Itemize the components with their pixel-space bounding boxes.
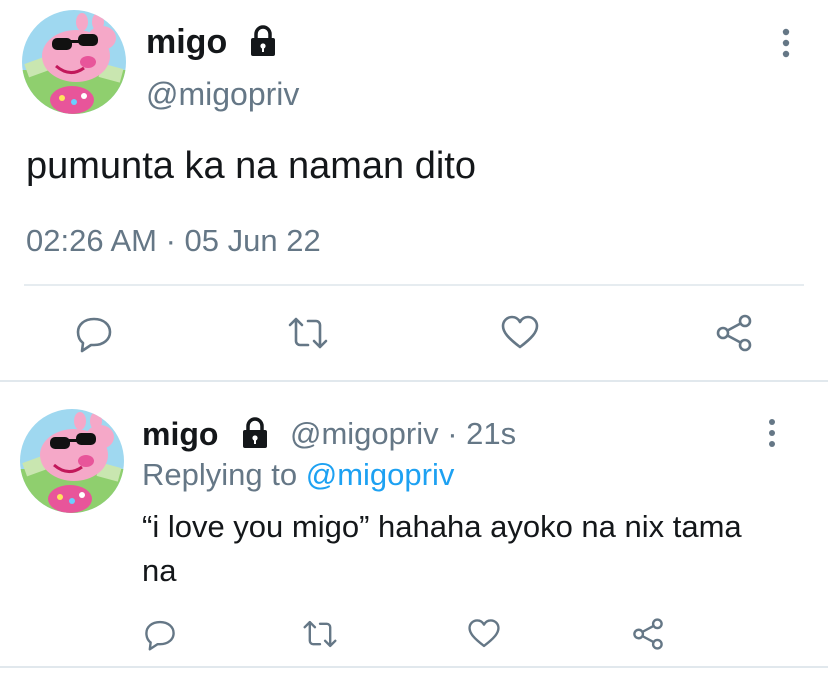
display-name[interactable]: migo xyxy=(142,414,218,454)
replying-to-label: Replying to xyxy=(142,457,298,492)
more-vertical-icon[interactable] xyxy=(758,416,786,450)
divider xyxy=(0,380,828,382)
lock-icon xyxy=(246,24,280,58)
replying-to: Replying to @migopriv xyxy=(142,455,454,495)
avatar[interactable] xyxy=(20,409,124,513)
avatar-image xyxy=(20,409,124,513)
handle-and-time[interactable]: @migopriv · 21s xyxy=(290,414,516,454)
avatar-image xyxy=(22,10,126,114)
lock-icon xyxy=(238,416,272,450)
retweet-icon[interactable] xyxy=(286,311,330,355)
divider xyxy=(24,284,804,286)
timestamp[interactable]: 02:26 AM · 05 Jun 22 xyxy=(26,222,321,260)
tweet-text: pumunta ka na naman dito xyxy=(26,145,476,187)
reply-icon[interactable] xyxy=(72,311,116,355)
retweet-icon[interactable] xyxy=(298,612,342,656)
display-name[interactable]: migo xyxy=(146,22,227,62)
replying-to-handle-link[interactable]: @migopriv xyxy=(306,457,455,492)
divider xyxy=(0,666,828,668)
share-icon[interactable] xyxy=(712,311,756,355)
avatar[interactable] xyxy=(22,10,126,114)
heart-icon[interactable] xyxy=(462,612,506,656)
handle[interactable]: @migopriv xyxy=(146,74,299,114)
more-vertical-icon[interactable] xyxy=(772,26,800,60)
share-icon[interactable] xyxy=(626,612,670,656)
reply-text: “i love you migo” hahaha ayoko na nix ta… xyxy=(142,509,742,588)
reply-icon[interactable] xyxy=(138,612,182,656)
heart-icon[interactable] xyxy=(498,311,542,355)
